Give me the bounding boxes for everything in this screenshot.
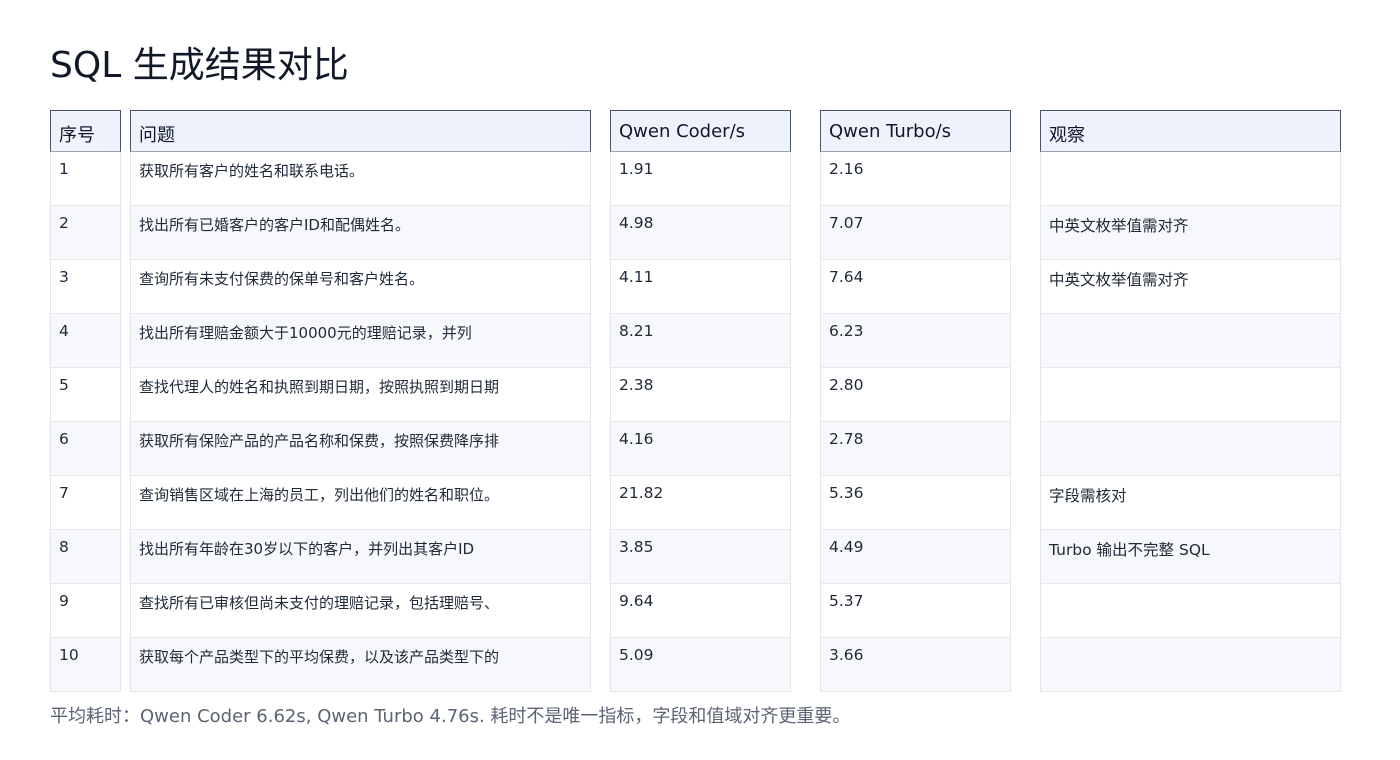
note-cell: 中英文枚举值需对齐 [1040,260,1341,314]
question-cell: 找出所有已婚客户的客户ID和配偶姓名。 [130,206,591,260]
index-cell: 10 [50,638,121,692]
turbo-time-cell: 5.36 [820,476,1011,530]
coder-time-cell: 4.98 [610,206,791,260]
index-cell: 3 [50,260,121,314]
index-cell: 4 [50,314,121,368]
note-cell: Turbo 输出不完整 SQL [1040,530,1341,584]
column-index: 序号 1 2 3 4 5 6 7 8 9 10 [50,110,121,692]
note-cell [1040,152,1341,206]
index-cell: 6 [50,422,121,476]
column-header-note: 观察 [1040,110,1341,152]
coder-time-cell: 1.91 [610,152,791,206]
question-cell: 查找代理人的姓名和执照到期日期，按照执照到期日期 [130,368,591,422]
question-cell: 查询销售区域在上海的员工，列出他们的姓名和职位。 [130,476,591,530]
turbo-time-cell: 6.23 [820,314,1011,368]
index-cell: 2 [50,206,121,260]
index-cell: 8 [50,530,121,584]
coder-time-cell: 4.16 [610,422,791,476]
page-title: SQL 生成结果对比 [50,45,349,86]
coder-time-cell: 2.38 [610,368,791,422]
column-header-index: 序号 [50,110,121,152]
note-cell [1040,638,1341,692]
column-header-coder: Qwen Coder/s [610,110,791,152]
turbo-time-cell: 7.64 [820,260,1011,314]
coder-time-cell: 5.09 [610,638,791,692]
question-cell: 查找所有已审核但尚未支付的理赔记录，包括理赔号、 [130,584,591,638]
coder-time-cell: 8.21 [610,314,791,368]
question-cell: 获取所有保险产品的产品名称和保费，按照保费降序排 [130,422,591,476]
column-question: 问题 获取所有客户的姓名和联系电话。 找出所有已婚客户的客户ID和配偶姓名。 查… [130,110,591,692]
note-cell: 中英文枚举值需对齐 [1040,206,1341,260]
note-cell [1040,314,1341,368]
index-cell: 7 [50,476,121,530]
turbo-time-cell: 7.07 [820,206,1011,260]
turbo-time-cell: 2.80 [820,368,1011,422]
coder-time-cell: 4.11 [610,260,791,314]
turbo-time-cell: 2.78 [820,422,1011,476]
index-cell: 9 [50,584,121,638]
turbo-time-cell: 4.49 [820,530,1011,584]
question-cell: 找出所有年龄在30岁以下的客户，并列出其客户ID [130,530,591,584]
coder-time-cell: 3.85 [610,530,791,584]
column-coder: Qwen Coder/s 1.91 4.98 4.11 8.21 2.38 4.… [610,110,791,692]
column-turbo: Qwen Turbo/s 2.16 7.07 7.64 6.23 2.80 2.… [820,110,1011,692]
question-cell: 获取每个产品类型下的平均保费，以及该产品类型下的 [130,638,591,692]
turbo-time-cell: 3.66 [820,638,1011,692]
summary-footnote: 平均耗时：Qwen Coder 6.62s, Qwen Turbo 4.76s.… [50,706,851,727]
column-header-question: 问题 [130,110,591,152]
column-note: 观察 中英文枚举值需对齐 中英文枚举值需对齐 字段需核对 Turbo 输出不完整… [1040,110,1341,692]
coder-time-cell: 9.64 [610,584,791,638]
column-header-turbo: Qwen Turbo/s [820,110,1011,152]
index-cell: 5 [50,368,121,422]
question-cell: 获取所有客户的姓名和联系电话。 [130,152,591,206]
turbo-time-cell: 2.16 [820,152,1011,206]
question-cell: 查询所有未支付保费的保单号和客户姓名。 [130,260,591,314]
index-cell: 1 [50,152,121,206]
question-cell: 找出所有理赔金额大于10000元的理赔记录，并列 [130,314,591,368]
note-cell [1040,368,1341,422]
note-cell: 字段需核对 [1040,476,1341,530]
note-cell [1040,584,1341,638]
turbo-time-cell: 5.37 [820,584,1011,638]
coder-time-cell: 21.82 [610,476,791,530]
note-cell [1040,422,1341,476]
